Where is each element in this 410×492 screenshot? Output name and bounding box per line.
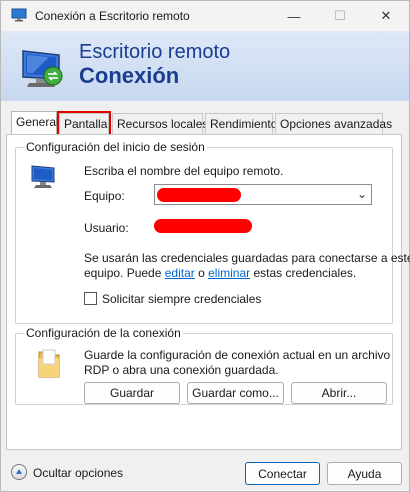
tab-general[interactable]: General — [11, 111, 59, 135]
banner-title-line2: Conexión — [79, 63, 180, 88]
title-bar: Conexión a Escritorio remoto — ☐ ✕ — [1, 1, 409, 31]
close-button[interactable]: ✕ — [363, 1, 409, 31]
save-button[interactable]: Guardar — [84, 382, 180, 404]
credentials-text-line1: Se usarán las credenciales guardadas par… — [84, 251, 410, 265]
chevron-down-icon[interactable]: ⌄ — [357, 187, 367, 201]
help-button[interactable]: Ayuda — [327, 462, 402, 485]
connection-description-line2: RDP o abra una conexión guardada. — [84, 363, 279, 377]
banner-title-line1: Escritorio remoto — [79, 41, 231, 63]
save-as-button[interactable]: Guardar como... — [187, 382, 284, 404]
connect-button[interactable]: Conectar — [245, 462, 320, 485]
banner: Escritorio remoto Conexión — [1, 31, 409, 101]
credentials-text-prefix: equipo. Puede — [84, 266, 165, 280]
connection-settings-group: Configuración de la conexión Guarde la c… — [15, 326, 393, 405]
computer-label: Equipo: — [84, 189, 125, 203]
rdp-window: Conexión a Escritorio remoto — ☐ ✕ Escri… — [0, 0, 410, 492]
tab-opciones-avanzadas[interactable]: Opciones avanzadas — [275, 113, 392, 135]
folder-icon — [38, 349, 60, 378]
hide-options-link[interactable]: Ocultar opciones — [33, 466, 123, 480]
logon-settings-group: Configuración del inicio de sesión Escri… — [15, 140, 410, 324]
tab-recursos-locales[interactable]: Recursos locales — [112, 113, 208, 135]
connection-group-title: Configuración de la conexión — [24, 326, 183, 340]
remote-desktop-monitor-icon — [22, 50, 63, 87]
user-label: Usuario: — [84, 221, 129, 235]
tab-rendimiento[interactable]: Rendimiento — [205, 113, 277, 135]
credentials-text-line2: equipo. Puede editar o eliminar estas cr… — [84, 266, 356, 280]
redaction-mark — [154, 219, 252, 233]
maximize-button[interactable]: ☐ — [317, 1, 363, 31]
open-button[interactable]: Abrir... — [291, 382, 387, 404]
delete-credentials-link[interactable]: eliminar — [208, 266, 250, 280]
remote-desktop-icon — [11, 8, 27, 22]
computer-combobox[interactable]: ⌄ — [154, 184, 372, 205]
redaction-mark — [157, 188, 241, 202]
computer-icon — [31, 165, 55, 188]
connection-description-line1: Guarde la configuración de conexión actu… — [84, 348, 391, 362]
instruction-text: Escriba el nombre del equipo remoto. — [84, 164, 284, 178]
hide-options-chevron-up-icon[interactable] — [11, 464, 27, 480]
edit-credentials-link[interactable]: editar — [165, 266, 195, 280]
tab-pantalla[interactable]: Pantalla — [57, 111, 111, 137]
credentials-text-or: o — [194, 266, 209, 280]
logon-group-title: Configuración del inicio de sesión — [24, 140, 207, 154]
tab-panel-general: Configuración del inicio de sesión Escri… — [6, 134, 410, 450]
always-ask-checkbox[interactable] — [84, 292, 97, 305]
minimize-button[interactable]: — — [271, 1, 317, 31]
window-title: Conexión a Escritorio remoto — [35, 9, 190, 23]
always-ask-label[interactable]: Solicitar siempre credenciales — [102, 292, 261, 306]
credentials-text-suffix: estas credenciales. — [250, 266, 357, 280]
